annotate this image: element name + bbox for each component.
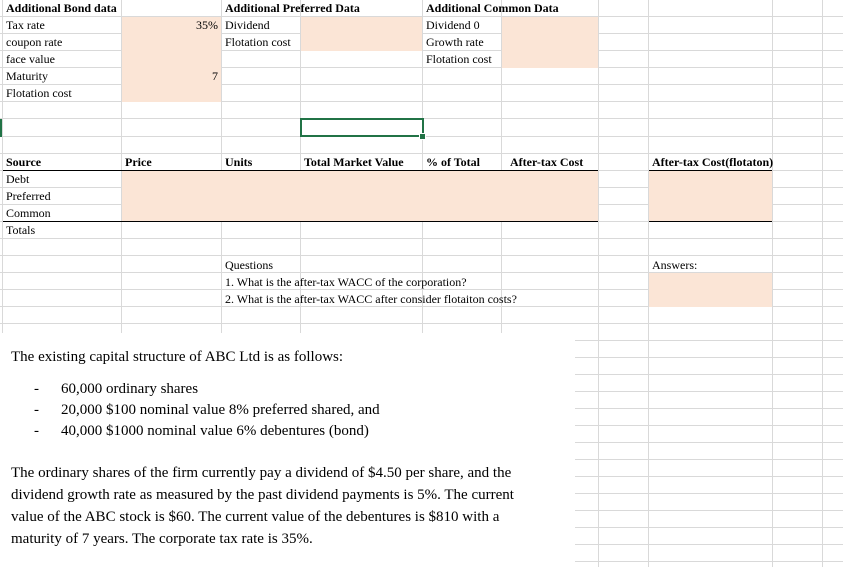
textbox-intro: The existing capital structure of ABC Lt…	[11, 349, 344, 365]
bond-flotation-label: Flotation cost	[6, 86, 72, 100]
textbox-bullet-2: 20,000 $100 nominal value 8% preferred s…	[61, 402, 380, 418]
selected-cell[interactable]	[300, 118, 424, 137]
textbox-paragraph-line-3: value of the ABC stock is $60. The curre…	[11, 509, 500, 525]
row-label-debt: Debt	[6, 172, 30, 186]
common-flotation-label: Flotation cost	[426, 52, 492, 66]
flotation-header-border	[649, 170, 772, 171]
table-header-border	[3, 170, 598, 171]
tax-rate-label: Tax rate	[6, 18, 45, 32]
fill-handle[interactable]	[419, 133, 426, 140]
textbox-paragraph-line-2: dividend growth rate as measured by the …	[11, 487, 514, 503]
preferred-header: Additional Preferred Data	[225, 1, 360, 15]
questions-label: Questions	[225, 258, 273, 272]
col-header-source: Source	[6, 155, 42, 169]
answers-input-range[interactable]	[649, 273, 772, 307]
bullet-dash: -	[34, 423, 39, 439]
question-2: 2. What is the after-tax WACC after cons…	[225, 292, 517, 306]
flotation-cost-input-range[interactable]	[649, 171, 772, 222]
col-header-units: Units	[225, 155, 253, 169]
bullet-dash: -	[34, 402, 39, 418]
row-label-preferred: Preferred	[6, 189, 51, 203]
preferred-flotation-label: Flotation cost	[225, 35, 291, 49]
flotation-totals-border	[649, 221, 772, 222]
row-label-totals: Totals	[6, 223, 36, 237]
col-header-after-tax-cost-flotation: After-tax Cost(flotaton)	[652, 155, 774, 169]
common-input-range[interactable]	[502, 17, 598, 68]
question-1: 1. What is the after-tax WACC of the cor…	[225, 275, 467, 289]
tax-rate-value[interactable]: 35%	[122, 17, 221, 34]
common-growth-label: Growth rate	[426, 35, 484, 49]
common-dividend0-label: Dividend 0	[426, 18, 480, 32]
answers-label: Answers:	[652, 258, 698, 272]
col-header-total-market-value: Total Market Value	[304, 155, 404, 169]
table-totals-border	[3, 221, 598, 222]
textbox-bullet-3: 40,000 $1000 nominal value 6% debentures…	[61, 423, 369, 439]
preferred-dividend-label: Dividend	[225, 18, 270, 32]
bond-header: Additional Bond data	[6, 1, 117, 15]
textbox-paragraph-line-4: maturity of 7 years. The corporate tax r…	[11, 531, 313, 547]
common-header: Additional Common Data	[426, 1, 559, 15]
col-header-price: Price	[125, 155, 152, 169]
maturity-label: Maturity	[6, 69, 48, 83]
preferred-input-range[interactable]	[301, 17, 422, 51]
maturity-value[interactable]: 7	[122, 68, 221, 85]
col-header-after-tax-cost: After-tax Cost	[510, 155, 584, 169]
wacc-table-input-range[interactable]	[122, 171, 598, 222]
problem-text-box[interactable]: The existing capital structure of ABC Lt…	[0, 333, 575, 567]
bullet-dash: -	[34, 381, 39, 397]
coupon-rate-label: coupon rate	[6, 35, 63, 49]
col-header-pct-total: % of Total	[426, 155, 481, 169]
textbox-paragraph-line-1: The ordinary shares of the firm currentl…	[11, 465, 512, 481]
row-selection-marker[interactable]	[0, 119, 4, 137]
textbox-bullet-1: 60,000 ordinary shares	[61, 381, 199, 397]
face-value-label: face value	[6, 52, 55, 66]
row-label-common: Common	[6, 206, 51, 220]
